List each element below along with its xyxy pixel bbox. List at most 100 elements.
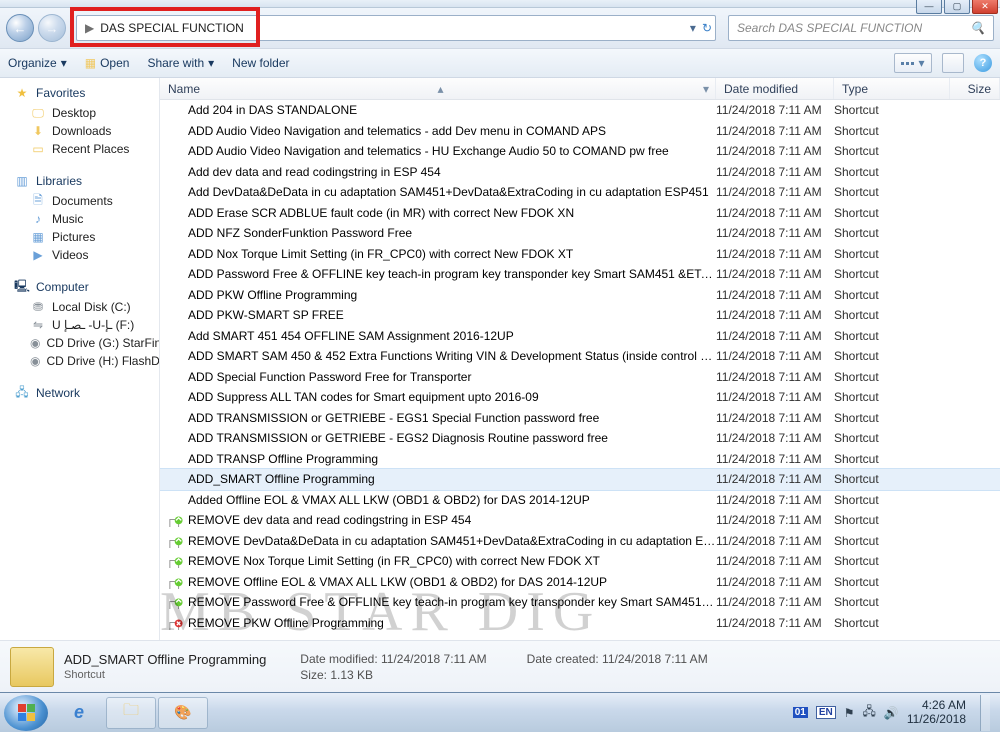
table-row[interactable]: Added Offline EOL & VMAX ALL LKW (OBD1 &… bbox=[160, 490, 1000, 511]
view-button[interactable]: ▾ bbox=[894, 53, 932, 73]
breadcrumb[interactable]: ▶ DAS SPECIAL FUNCTION ▾ ↻ bbox=[76, 15, 716, 41]
taskbar-paint-button[interactable]: 🎨 bbox=[158, 697, 208, 729]
file-type-cell: Shortcut bbox=[834, 226, 950, 240]
sidebar-item[interactable]: ◉CD Drive (G:) StarFin bbox=[0, 334, 159, 352]
sidebar-item[interactable]: ▶Videos bbox=[0, 246, 159, 264]
table-row[interactable]: ADD NFZ SonderFunktion Password Free11/2… bbox=[160, 223, 1000, 244]
sidebar-computer-header[interactable]: 🖳Computer bbox=[0, 278, 159, 298]
sidebar-item[interactable]: ▭Recent Places bbox=[0, 140, 159, 158]
column-dropdown-icon[interactable]: ▾ bbox=[703, 82, 709, 96]
table-row[interactable]: REMOVE Offline EOL & VMAX ALL LKW (OBD1 … bbox=[160, 572, 1000, 593]
column-date[interactable]: Date modified bbox=[716, 78, 834, 99]
details-metadata: Date modified: 11/24/2018 7:11 AM Date c… bbox=[300, 652, 707, 682]
tray-volume-icon[interactable]: 🔊 bbox=[884, 706, 899, 720]
file-name-cell: REMOVE PKW Offline Programming bbox=[160, 616, 716, 630]
file-icon bbox=[168, 228, 184, 240]
file-type-cell: Shortcut bbox=[834, 144, 950, 158]
table-row[interactable]: Add SMART 451 454 OFFLINE SAM Assignment… bbox=[160, 326, 1000, 347]
sidebar-network-header[interactable]: 🖧Network bbox=[0, 384, 159, 404]
forward-button[interactable]: → bbox=[38, 14, 66, 42]
file-name-cell: REMOVE DevData&DeData in cu adaptation S… bbox=[160, 534, 716, 548]
tray-network-icon[interactable]: 🖧 bbox=[862, 702, 875, 723]
open-button[interactable]: ▦Open bbox=[85, 56, 130, 70]
table-row[interactable]: ADD_SMART Offline Programming11/24/2018 … bbox=[160, 469, 1000, 490]
back-button[interactable]: ← bbox=[6, 14, 34, 42]
file-date-cell: 11/24/2018 7:11 AM bbox=[716, 472, 834, 486]
table-row[interactable]: Add dev data and read codingstring in ES… bbox=[160, 162, 1000, 183]
tray-language[interactable]: EN bbox=[816, 706, 836, 719]
table-row[interactable]: ADD TRANSP Offline Programming11/24/2018… bbox=[160, 449, 1000, 470]
file-rows[interactable]: Add 204 in DAS STANDALONE11/24/2018 7:11… bbox=[160, 100, 1000, 640]
table-row[interactable]: ADD PKW-SMART SP FREE11/24/2018 7:11 AMS… bbox=[160, 305, 1000, 326]
table-row[interactable]: ADD Erase SCR ADBLUE fault code (in MR) … bbox=[160, 203, 1000, 224]
search-input[interactable]: Search DAS SPECIAL FUNCTION 🔍 bbox=[728, 15, 994, 41]
help-button[interactable]: ? bbox=[974, 54, 992, 72]
table-row[interactable]: ADD Suppress ALL TAN codes for Smart equ… bbox=[160, 387, 1000, 408]
sidebar-item[interactable]: ⇋U ـصـإ -U-ـإ (F:) bbox=[0, 316, 159, 334]
table-row[interactable]: ADD TRANSMISSION or GETRIEBE - EGS2 Diag… bbox=[160, 428, 1000, 449]
table-row[interactable]: ADD SMART SAM 450 & 452 Extra Functions … bbox=[160, 346, 1000, 367]
maximize-button[interactable]: ▢ bbox=[944, 0, 970, 14]
music-icon: ♪ bbox=[30, 212, 46, 226]
table-row[interactable]: ADD Audio Video Navigation and telematic… bbox=[160, 141, 1000, 162]
preview-pane-button[interactable] bbox=[942, 53, 964, 73]
file-type-cell: Shortcut bbox=[834, 247, 950, 261]
details-type: Shortcut bbox=[64, 669, 266, 681]
table-row[interactable]: Add 204 in DAS STANDALONE11/24/2018 7:11… bbox=[160, 100, 1000, 121]
file-type-cell: Shortcut bbox=[834, 595, 950, 609]
new-folder-button[interactable]: New folder bbox=[232, 56, 289, 70]
file-date-cell: 11/24/2018 7:11 AM bbox=[716, 431, 834, 445]
taskbar-ie-button[interactable]: e bbox=[54, 697, 104, 729]
file-date-cell: 11/24/2018 7:11 AM bbox=[716, 370, 834, 384]
command-bar: Organize ▾ ▦Open Share with ▾ New folder… bbox=[0, 48, 1000, 78]
table-row[interactable]: ADD Audio Video Navigation and telematic… bbox=[160, 121, 1000, 142]
file-name-cell: ADD_SMART Offline Programming bbox=[160, 472, 716, 486]
file-type-cell: Shortcut bbox=[834, 554, 950, 568]
file-icon bbox=[168, 495, 184, 507]
table-row[interactable]: ADD Password Free & OFFLINE key teach-in… bbox=[160, 264, 1000, 285]
table-row[interactable]: ADD Nox Torque Limit Setting (in FR_CPC0… bbox=[160, 244, 1000, 265]
table-row[interactable]: REMOVE PKW Offline Programming11/24/2018… bbox=[160, 613, 1000, 634]
system-tray: 01 EN ⚑ 🖧 🔊 4:26 AM 11/26/2018 bbox=[793, 695, 996, 731]
sidebar-item[interactable]: ◉CD Drive (H:) FlashD bbox=[0, 352, 159, 370]
sidebar-favorites-header[interactable]: ★Favorites bbox=[0, 84, 159, 104]
table-row[interactable]: Add DevData&DeData in cu adaptation SAM4… bbox=[160, 182, 1000, 203]
window-titlebar: — ▢ ✕ bbox=[0, 0, 1000, 8]
start-button[interactable] bbox=[4, 695, 48, 731]
file-date-cell: 11/24/2018 7:11 AM bbox=[716, 390, 834, 404]
share-button[interactable]: Share with ▾ bbox=[147, 56, 214, 70]
tray-indicator[interactable]: 01 bbox=[793, 707, 808, 718]
tray-clock[interactable]: 4:26 AM 11/26/2018 bbox=[907, 699, 966, 727]
sidebar-item[interactable]: ⛃Local Disk (C:) bbox=[0, 298, 159, 316]
table-row[interactable]: ADD TRANSMISSION or GETRIEBE - EGS1 Spec… bbox=[160, 408, 1000, 429]
minimize-button[interactable]: — bbox=[916, 0, 942, 14]
organize-button[interactable]: Organize ▾ bbox=[8, 56, 67, 70]
sidebar-item[interactable]: ▦Pictures bbox=[0, 228, 159, 246]
details-pane: ADD_SMART Offline Programming Shortcut D… bbox=[0, 640, 1000, 692]
breadcrumb-dropdown-icon[interactable]: ▾ bbox=[690, 21, 696, 35]
table-row[interactable]: REMOVE dev data and read codingstring in… bbox=[160, 510, 1000, 531]
table-row[interactable]: REMOVE Nox Torque Limit Setting (in FR_C… bbox=[160, 551, 1000, 572]
tray-shield-icon[interactable]: ⚑ bbox=[844, 706, 855, 720]
table-row[interactable]: REMOVE Password Free & OFFLINE key teach… bbox=[160, 592, 1000, 613]
column-type[interactable]: Type bbox=[834, 78, 950, 99]
show-desktop-button[interactable] bbox=[980, 695, 990, 731]
table-row[interactable]: ADD Special Function Password Free for T… bbox=[160, 367, 1000, 388]
sidebar-item[interactable]: ♪Music bbox=[0, 210, 159, 228]
refresh-button[interactable]: ↻ bbox=[702, 21, 712, 35]
sidebar-item-label: Desktop bbox=[52, 106, 96, 120]
close-button[interactable]: ✕ bbox=[972, 0, 998, 14]
sidebar-libraries-header[interactable]: ▥Libraries bbox=[0, 172, 159, 192]
table-row[interactable]: REMOVE DevData&DeData in cu adaptation S… bbox=[160, 531, 1000, 552]
table-row[interactable]: ADD PKW Offline Programming11/24/2018 7:… bbox=[160, 285, 1000, 306]
file-type-cell: Shortcut bbox=[834, 165, 950, 179]
file-icon bbox=[168, 351, 184, 363]
file-type-cell: Shortcut bbox=[834, 575, 950, 589]
sidebar-item[interactable]: ⬇Downloads bbox=[0, 122, 159, 140]
column-name[interactable]: Name▴▾ bbox=[160, 78, 716, 99]
sidebar-item[interactable]: 🖵Desktop bbox=[0, 104, 159, 122]
hdd-icon: ⛃ bbox=[30, 300, 46, 314]
taskbar-explorer-button[interactable]: 🗀 bbox=[106, 697, 156, 729]
column-size[interactable]: Size bbox=[950, 78, 1000, 99]
sidebar-item[interactable]: 🗎Documents bbox=[0, 192, 159, 210]
